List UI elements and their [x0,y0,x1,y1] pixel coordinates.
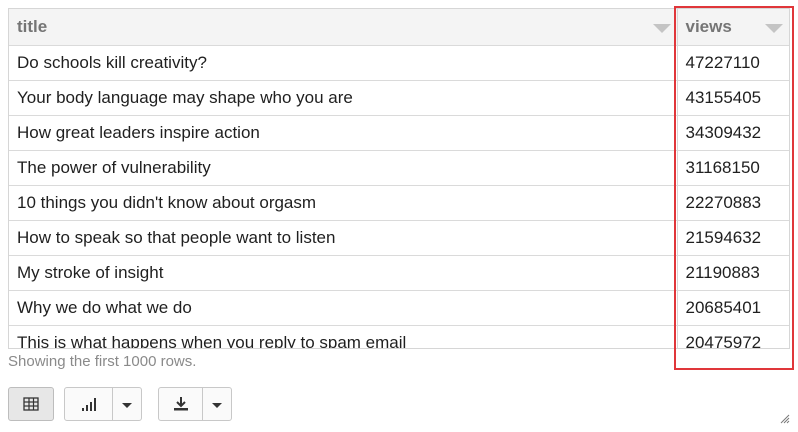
cell-title: How to speak so that people want to list… [9,220,677,256]
column-header-title[interactable]: title [9,9,677,46]
table-row[interactable]: The power of vulnerability 31168150 [9,150,789,186]
row-count-status: Showing the first 1000 rows. [8,353,197,370]
column-header-views-label: views [685,16,732,36]
table-icon [23,397,39,411]
column-header-title-label: title [17,16,48,36]
column-header-views[interactable]: views [676,9,789,46]
cell-title: Why we do what we do [9,290,677,326]
table-row[interactable]: Why we do what we do 20685401 [9,290,789,326]
cell-title: This is what happens when you reply to s… [9,325,677,348]
resize-grip-icon[interactable] [778,412,790,424]
sort-triangle-icon[interactable] [765,24,783,33]
cell-views: 34309432 [676,115,789,151]
cell-views: 21594632 [676,220,789,256]
table-row[interactable]: My stroke of insight 21190883 [9,255,789,291]
bar-chart-icon [82,398,96,411]
table-row[interactable]: How to speak so that people want to list… [9,220,789,256]
cell-views: 31168150 [676,150,789,186]
download-icon [174,397,188,411]
cell-title: How great leaders inspire action [9,115,677,151]
table-row[interactable]: Your body language may shape who you are… [9,80,789,116]
table-row[interactable]: This is what happens when you reply to s… [9,325,789,348]
cell-title: The power of vulnerability [9,150,677,186]
caret-down-icon[interactable] [212,403,222,408]
cell-views: 43155405 [676,80,789,116]
download-button[interactable] [158,387,232,421]
cell-views: 22270883 [676,185,789,221]
cell-title: My stroke of insight [9,255,677,291]
table-row[interactable]: 10 things you didn't know about orgasm 22… [9,185,789,221]
caret-down-icon[interactable] [122,403,132,408]
table-row[interactable]: Do schools kill creativity? 47227110 [9,45,789,81]
chart-view-button[interactable] [64,387,142,421]
cell-views: 21190883 [676,255,789,291]
cell-views: 47227110 [676,45,789,81]
button-divider [202,388,203,420]
table-header-row: title views [9,9,789,46]
cell-title: Do schools kill creativity? [9,45,677,81]
cell-views: 20475972 [676,325,789,348]
table-view-button[interactable] [8,387,54,421]
cell-title: 10 things you didn't know about orgasm [9,185,677,221]
cell-title: Your body language may shape who you are [9,80,677,116]
table-row[interactable]: How great leaders inspire action 34309432 [9,115,789,151]
cell-views: 20685401 [676,290,789,326]
results-table: title views Do schools kill creativity? 4… [8,8,790,349]
button-divider [112,388,113,420]
sort-triangle-icon[interactable] [652,24,671,33]
